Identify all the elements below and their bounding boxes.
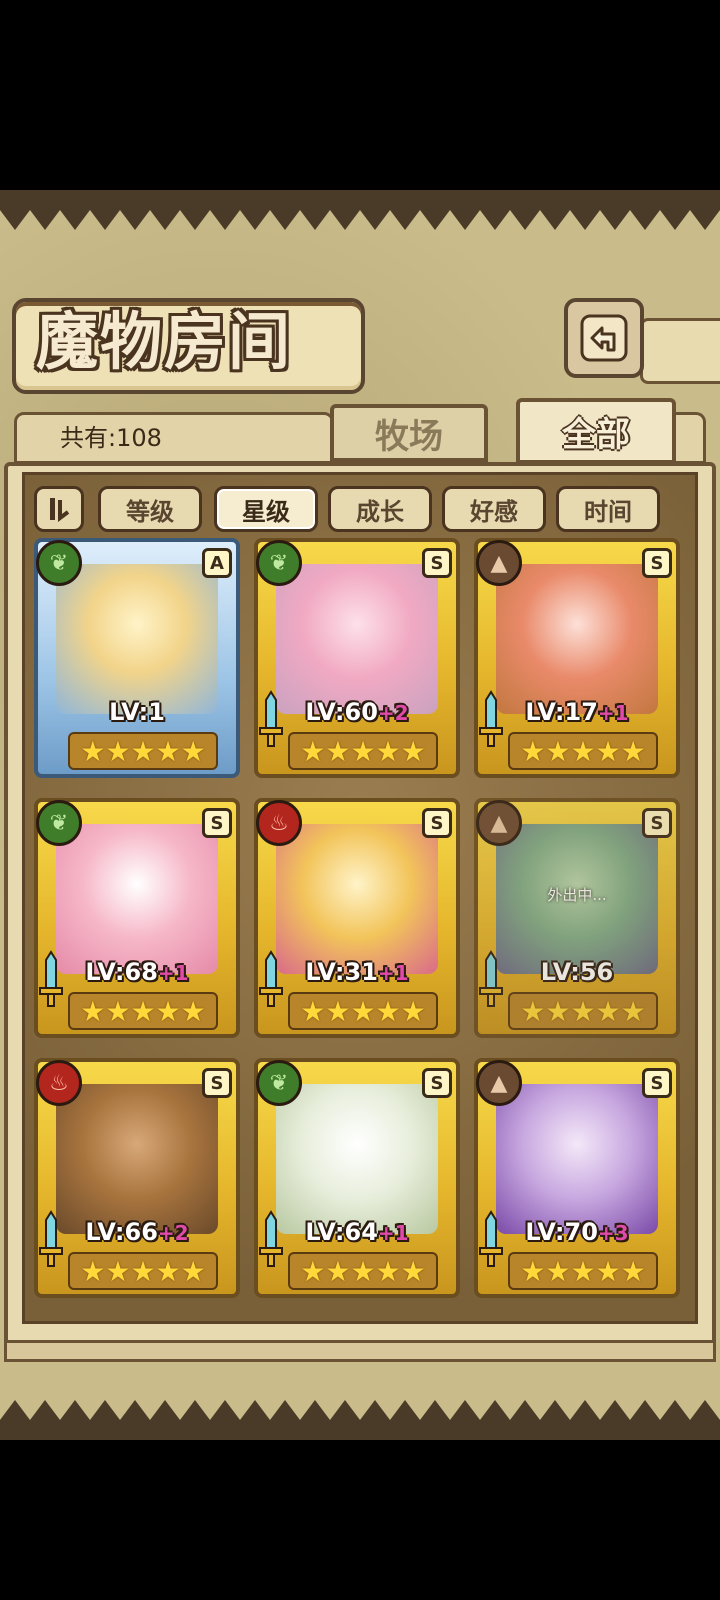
rank-badge: S [202,808,232,838]
back-button-strip [640,318,720,384]
away-status: 外出中... [547,886,607,904]
star-rating: ★★★★★ [68,992,218,1030]
sort-by-growth-button[interactable]: 成长 [328,486,432,532]
rank-badge: S [422,548,452,578]
monster-level: LV:31+1 [305,958,409,986]
monster-count: 共有:108 [60,424,162,452]
monster-portrait [496,1084,658,1234]
monster-level: LV:70+3 [525,1218,629,1246]
rank-badge: S [642,1068,672,1098]
monster-level: LV:60+2 [305,698,409,726]
sort-by-level-button[interactable]: 等级 [98,486,202,532]
monster-level: LV:64+1 [305,1218,409,1246]
monster-portrait [276,564,438,714]
star-rating: ★★★★★ [288,732,438,770]
monster-level: LV:56 [540,958,614,986]
star-rating: ★★★★★ [508,732,658,770]
return-arrow-icon [580,314,628,362]
rank-badge: S [422,1068,452,1098]
rank-badge: S [642,548,672,578]
sort-order-toggle[interactable] [34,486,84,532]
sort-by-time-button[interactable]: 时间 [556,486,660,532]
leaf-icon: ❦ [256,1060,302,1106]
monster-portrait [276,1084,438,1234]
sort-order-icon [50,498,70,522]
monster-level: LV:68+1 [85,958,189,986]
rank-badge: S [202,1068,232,1098]
rank-badge: A [202,548,232,578]
tab-bar-end [676,412,706,464]
monster-card[interactable]: ❦ S LV:64+1 ★★★★★ [254,1058,460,1298]
monster-card[interactable]: ▲ S 外出中... LV:56 ★★★★★ [474,798,680,1038]
star-rating: ★★★★★ [508,992,658,1030]
star-rating: ★★★★★ [288,992,438,1030]
leaf-icon: ❦ [36,540,82,586]
rock-icon: ▲ [476,1060,522,1106]
star-rating: ★★★★★ [68,732,218,770]
star-rating: ★★★★★ [68,1252,218,1290]
back-button[interactable] [564,298,644,378]
page-title: 魔物房间 [36,305,293,378]
monster-portrait [496,564,658,714]
rank-badge: S [642,808,672,838]
rank-badge: S [422,808,452,838]
tab-farm[interactable]: 牧场 [330,404,488,462]
sort-by-rarity-button[interactable]: 星级 [214,486,318,532]
monster-card[interactable]: ❦ S LV:68+1 ★★★★★ [34,798,240,1038]
leaf-icon: ❦ [256,540,302,586]
monster-card[interactable]: ♨ S LV:31+1 ★★★★★ [254,798,460,1038]
monster-card[interactable]: ♨ S LV:66+2 ★★★★★ [34,1058,240,1298]
panel-bottom-bar [4,1340,716,1362]
game-screen: 魔物房间 共有:108 牧场 全部 等级 星级 成长 好感 时间 ❦ A LV:… [0,190,720,1440]
monster-portrait [276,824,438,974]
star-rating: ★★★★★ [288,1252,438,1290]
star-rating: ★★★★★ [508,1252,658,1290]
monster-card[interactable]: ▲ S LV:70+3 ★★★★★ [474,1058,680,1298]
fire-icon: ♨ [36,1060,82,1106]
sort-by-affection-button[interactable]: 好感 [442,486,546,532]
torn-paper-top-edge [0,190,720,230]
monster-card[interactable]: ❦ A LV:1 ★★★★★ [34,538,240,778]
monster-level: LV:17+1 [525,698,629,726]
monster-portrait [56,564,218,714]
monster-card[interactable]: ❦ S LV:60+2 ★★★★★ [254,538,460,778]
monster-level: LV:66+2 [85,1218,189,1246]
monster-portrait [56,824,218,974]
monster-portrait [56,1084,218,1234]
leaf-icon: ❦ [36,800,82,846]
rock-icon: ▲ [476,800,522,846]
tab-all[interactable]: 全部 [516,398,676,464]
monster-level: LV:1 [109,698,165,726]
fire-icon: ♨ [256,800,302,846]
monster-card[interactable]: ▲ S LV:17+1 ★★★★★ [474,538,680,778]
torn-paper-bottom-edge [0,1400,720,1440]
rock-icon: ▲ [476,540,522,586]
